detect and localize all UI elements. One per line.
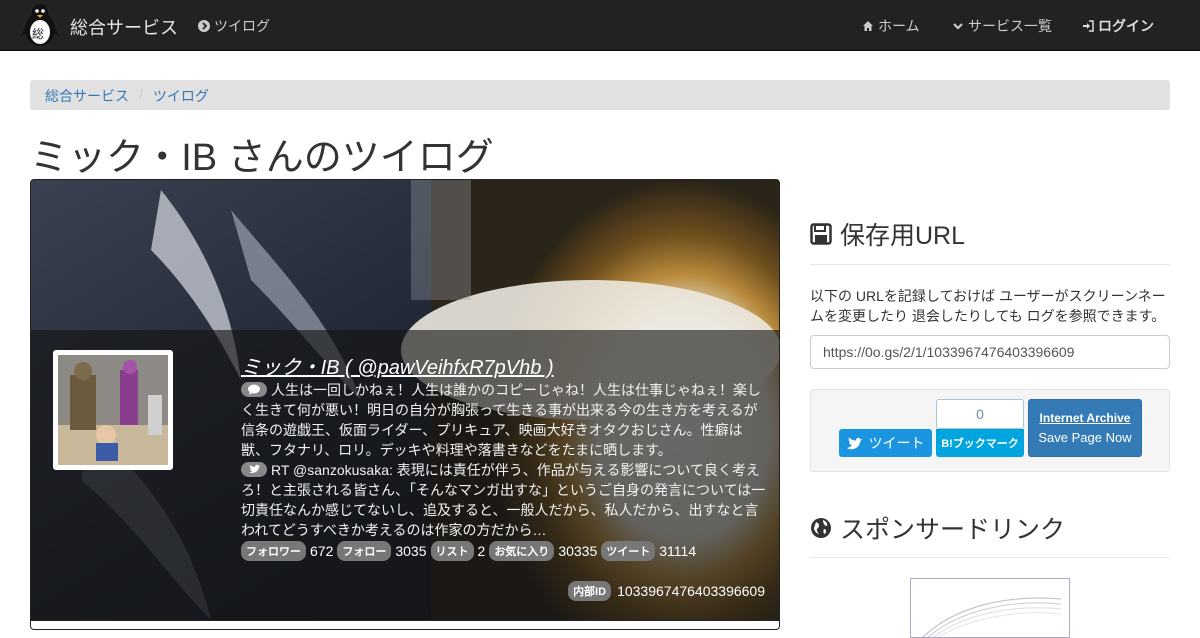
save-url-heading: 保存用URL bbox=[810, 216, 965, 252]
divider bbox=[810, 264, 1170, 265]
tweets-label: ツイート bbox=[601, 541, 656, 561]
tweet-button-label: ツイート bbox=[868, 435, 925, 451]
page-title: ミック・IB さんのツイログ bbox=[30, 137, 494, 179]
internal-id-value: 1033967476403396609 bbox=[617, 583, 765, 599]
internet-archive-button[interactable]: Internet Archive Save Page Now bbox=[1028, 399, 1142, 457]
ad-image bbox=[922, 597, 1062, 637]
internet-archive-subtitle: Save Page Now bbox=[1038, 430, 1132, 445]
internal-id: 内部ID 1033967476403396609 bbox=[568, 581, 765, 601]
followers-count: 672 bbox=[310, 543, 334, 559]
following-label: フォロー bbox=[337, 541, 392, 561]
sign-in-icon bbox=[1083, 20, 1094, 32]
internet-archive-title: Internet Archive bbox=[1039, 411, 1131, 425]
nav-home-link[interactable]: ホーム bbox=[862, 16, 920, 36]
chevron-circle-right-icon bbox=[198, 20, 210, 32]
breadcrumb-home[interactable]: 総合サービス bbox=[45, 86, 129, 104]
nav-twilog-label: ツイログ bbox=[214, 18, 270, 34]
followers-label: フォロワー bbox=[241, 541, 306, 561]
twitter-bird-icon bbox=[846, 437, 862, 449]
tweets-count: 31114 bbox=[659, 543, 697, 559]
save-url-heading-text: 保存用URL bbox=[840, 222, 966, 250]
twitter-bird-icon bbox=[241, 462, 267, 477]
brand-link[interactable]: 総合サービス bbox=[70, 14, 178, 40]
sponsored-heading-text: スポンサードリンク bbox=[840, 516, 1066, 544]
avatar[interactable] bbox=[53, 350, 173, 470]
favorites-label: お気に入り bbox=[489, 541, 555, 561]
floppy-disk-icon bbox=[810, 223, 832, 245]
sponsored-heading: スポンサードリンク bbox=[810, 510, 1065, 546]
nav-services-label: サービス一覧 bbox=[968, 18, 1052, 34]
internal-id-label: 内部ID bbox=[568, 581, 612, 601]
nav-login-link[interactable]: ログイン bbox=[1082, 16, 1154, 36]
divider bbox=[810, 557, 1170, 558]
lists-count: 2 bbox=[477, 543, 486, 559]
nav-services-link[interactable]: サービス一覧 bbox=[952, 16, 1052, 36]
globe-icon bbox=[811, 518, 831, 538]
hatena-bookmark-button[interactable]: B!ブックマーク bbox=[936, 429, 1024, 457]
favorites-count: 30335 bbox=[558, 543, 598, 559]
comment-icon bbox=[241, 382, 267, 397]
nav-home-label: ホーム bbox=[878, 18, 920, 34]
chevron-down-icon bbox=[953, 23, 963, 30]
bio-text: 人生は一回しかねぇ！人生は誰かのコピーじゃね！人生は仕事じゃねぇ！楽しく生きて何… bbox=[241, 382, 761, 458]
tweet-button[interactable]: ツイート bbox=[839, 429, 932, 457]
latest-tweet-text: RT @sanzokusaka: 表現には責任が伴う、作品が与える影響について良… bbox=[241, 462, 766, 538]
profile-stats: フォロワー 672 フォロー 3035 リスト 2 お気に入り 30335 ツイ… bbox=[241, 541, 696, 561]
home-icon bbox=[863, 21, 873, 31]
logo-char: 総 bbox=[32, 27, 45, 41]
nav-login-label: ログイン bbox=[1098, 18, 1154, 34]
breadcrumb: 総合サービス / ツイログ bbox=[30, 80, 1170, 110]
lists-label: リスト bbox=[430, 541, 474, 561]
following-count: 3035 bbox=[395, 543, 427, 559]
profile-card: ミック・IB ( @pawVeihfxR7pVhb ) 人生は一回しかねぇ！人生… bbox=[30, 179, 780, 630]
nav-twilog-link[interactable]: ツイログ bbox=[198, 16, 270, 36]
card-footer bbox=[31, 620, 779, 629]
navbar: 総 総合サービス ツイログ ホーム サービス一覧 ログイン bbox=[0, 0, 1200, 51]
profile-name-link[interactable]: ミック・IB ( @pawVeihfxR7pVhb ) bbox=[241, 351, 554, 380]
hatena-bookmark-count: 0 bbox=[936, 399, 1024, 429]
save-url-input[interactable] bbox=[810, 335, 1170, 369]
breadcrumb-twilog[interactable]: ツイログ bbox=[153, 86, 209, 104]
profile-bio: 人生は一回しかねぇ！人生は誰かのコピーじゃね！人生は仕事じゃねぇ！楽しく生きて何… bbox=[241, 380, 766, 540]
breadcrumb-separator: / bbox=[139, 86, 143, 102]
avatar-image bbox=[58, 355, 168, 465]
share-buttons: ツイート 0 B!ブックマーク Internet Archive Save Pa… bbox=[810, 389, 1170, 472]
ad-banner[interactable] bbox=[910, 578, 1070, 638]
save-url-description: 以下の URLを記録しておけば ユーザーがスクリーンネームを変更したり 退会した… bbox=[810, 288, 1166, 324]
